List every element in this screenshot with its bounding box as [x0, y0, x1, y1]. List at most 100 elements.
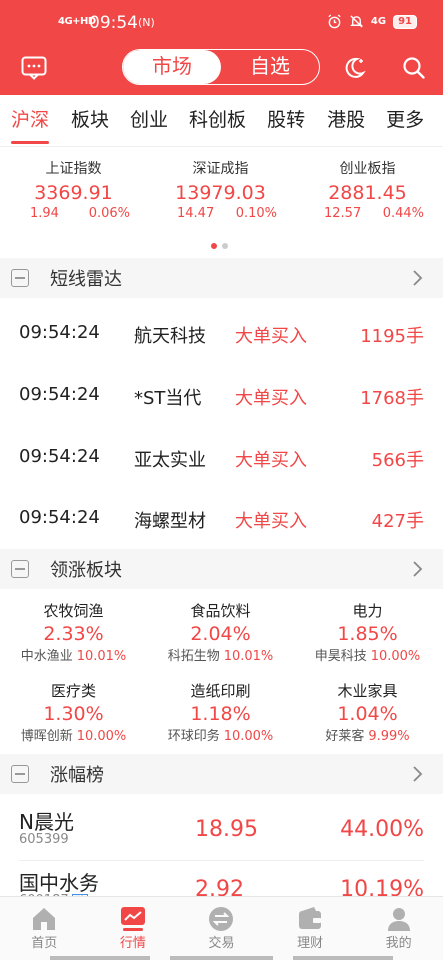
market-watchlist-switch: 市场 自选 — [122, 49, 320, 85]
radar-stock: *ST当代 — [134, 388, 202, 409]
index-pct: 0.44% — [382, 206, 424, 221]
collapse-icon[interactable] — [11, 765, 29, 783]
radar-volume: 427手 — [371, 511, 424, 532]
tab-watchlist[interactable]: 自选 — [221, 50, 319, 84]
sector-leader: 科拓生物 — [167, 649, 220, 664]
gainer-pct: 10.19% — [340, 877, 424, 896]
tab-chinext[interactable]: 创业 — [130, 95, 168, 146]
nav-label: 行情 — [119, 936, 146, 951]
nav-home[interactable]: 首页 — [0, 897, 89, 960]
sector-cell[interactable]: 造纸印刷 1.18% 环球印务 10.00% — [147, 680, 294, 747]
status-time: 09:54 — [89, 13, 138, 33]
sector-cell[interactable]: 电力 1.85% 申昊科技 10.00% — [294, 600, 441, 667]
sector-cell[interactable]: 木业家具 1.04% 好莱客 9.99% — [294, 680, 441, 747]
collapse-icon[interactable] — [11, 560, 29, 578]
status-icons: 4G 91 — [327, 14, 417, 29]
nav-label: 理财 — [297, 936, 324, 951]
nav-wealth[interactable]: 理财 — [266, 897, 355, 960]
home-indicator — [50, 956, 393, 960]
tab-hk-stocks[interactable]: 港股 — [327, 95, 365, 146]
search-icon[interactable] — [402, 56, 426, 80]
nav-label: 我的 — [385, 936, 412, 951]
gainers-section-header[interactable]: 涨幅榜 — [0, 754, 443, 794]
index-value: 2881.45 — [328, 182, 407, 204]
radar-time: 09:54:24 — [19, 446, 100, 467]
index-name: 创业板指 — [339, 161, 396, 177]
collapse-icon[interactable] — [11, 269, 29, 287]
sector-cell[interactable]: 食品饮料 2.04% 科拓生物 10.01% — [147, 600, 294, 667]
tab-sectors[interactable]: 板块 — [71, 95, 109, 146]
trade-icon — [209, 907, 234, 931]
nav-label: 交易 — [208, 936, 235, 951]
nfc-icon: (N) — [138, 16, 155, 29]
nav-profile[interactable]: 我的 — [354, 897, 443, 960]
index-card[interactable]: 创业板指 2881.45 12.57 0.44% — [294, 158, 441, 228]
radar-row[interactable]: 09:54:24 海螺型材 大单买入 427手 — [0, 487, 443, 549]
sector-pct: 1.18% — [190, 703, 251, 725]
alarm-icon — [328, 14, 341, 29]
message-icon[interactable] — [21, 56, 47, 80]
top-nav: 市场 自选 — [0, 46, 443, 92]
sector-pct: 2.04% — [190, 623, 251, 645]
app-header: 4G+HD 09:54 (N) 4G 91 市场 自选 — [0, 0, 443, 95]
home-icon — [33, 908, 56, 930]
tab-more[interactable]: 更多 — [386, 95, 424, 146]
sector-leader: 申昊科技 — [314, 649, 367, 664]
index-card[interactable]: 上证指数 3369.91 1.94 0.06% — [0, 158, 147, 228]
index-change: 12.57 — [324, 206, 362, 221]
sectors-section-header[interactable]: 领涨板块 — [0, 549, 443, 589]
radar-row[interactable]: 09:54:24 航天科技 大单买入 1195手 — [0, 302, 443, 364]
market-tabs: 沪深 板块 创业 科创板 股转 港股 更多 — [0, 95, 443, 147]
index-carousel: 上证指数 3369.91 1.94 0.06% 深证成指 13979.03 14.… — [0, 158, 443, 228]
radar-row[interactable]: 09:54:24 亚太实业 大单买入 566手 — [0, 426, 443, 488]
radar-volume: 1768手 — [360, 388, 424, 409]
index-value: 3369.91 — [34, 182, 113, 204]
radar-stock: 航天科技 — [134, 326, 206, 347]
radar-signal: 大单买入 — [235, 388, 307, 409]
network-type: 4G — [370, 16, 387, 27]
sector-leader: 中水渔业 — [20, 649, 73, 664]
sector-name: 医疗类 — [50, 682, 96, 700]
sector-pct: 1.30% — [43, 703, 104, 725]
nav-label: 首页 — [31, 936, 58, 951]
tab-market[interactable]: 市场 — [123, 50, 221, 84]
mute-bell-icon — [350, 15, 363, 28]
index-pct: 0.10% — [235, 206, 277, 221]
sector-leader: 好莱客 — [325, 729, 365, 744]
section-title: 涨幅榜 — [50, 765, 104, 786]
gainer-row[interactable]: 国中水务 600187融 2.92 10.19% — [0, 861, 443, 896]
sector-name: 食品饮料 — [190, 602, 251, 620]
gainer-name: 国中水务 — [19, 871, 99, 895]
index-change: 1.94 — [30, 206, 59, 221]
sector-name: 电力 — [352, 602, 383, 620]
chevron-right-icon — [413, 766, 423, 782]
index-card[interactable]: 深证成指 13979.03 14.47 0.10% — [147, 158, 294, 228]
gainer-code: 605399 — [19, 832, 69, 847]
nav-trade[interactable]: 交易 — [177, 897, 266, 960]
radar-stock: 海螺型材 — [134, 511, 206, 532]
section-title: 短线雷达 — [50, 269, 122, 290]
sector-leader: 博晖创新 — [20, 729, 73, 744]
index-name: 上证指数 — [45, 161, 102, 177]
index-pct: 0.06% — [88, 206, 130, 221]
nav-market[interactable]: 行情 — [89, 897, 178, 960]
sector-leader-pct: 10.01% — [76, 649, 127, 664]
gainer-name: N晨光 — [19, 810, 74, 834]
gainer-row[interactable]: N晨光 605399 18.95 44.00% — [0, 798, 443, 860]
moon-icon[interactable] — [342, 56, 366, 80]
sector-name: 农牧饲渔 — [43, 602, 104, 620]
sector-pct: 1.85% — [337, 623, 398, 645]
tab-star-market[interactable]: 科创板 — [189, 95, 246, 146]
sector-cell[interactable]: 医疗类 1.30% 博晖创新 10.00% — [0, 680, 147, 747]
sector-name: 造纸印刷 — [190, 682, 251, 700]
profile-icon — [387, 908, 410, 931]
radar-section-header[interactable]: 短线雷达 — [0, 258, 443, 298]
sector-leader-pct: 10.00% — [223, 729, 274, 744]
radar-row[interactable]: 09:54:24 *ST当代 大单买入 1768手 — [0, 364, 443, 426]
market-chart-icon — [120, 907, 145, 931]
tab-neeq[interactable]: 股转 — [267, 95, 305, 146]
tab-shanghai-shenzhen[interactable]: 沪深 — [11, 95, 50, 146]
carousel-dots — [211, 243, 228, 249]
sector-cell[interactable]: 农牧饲渔 2.33% 中水渔业 10.01% — [0, 600, 147, 667]
sector-pct: 1.04% — [337, 703, 398, 725]
